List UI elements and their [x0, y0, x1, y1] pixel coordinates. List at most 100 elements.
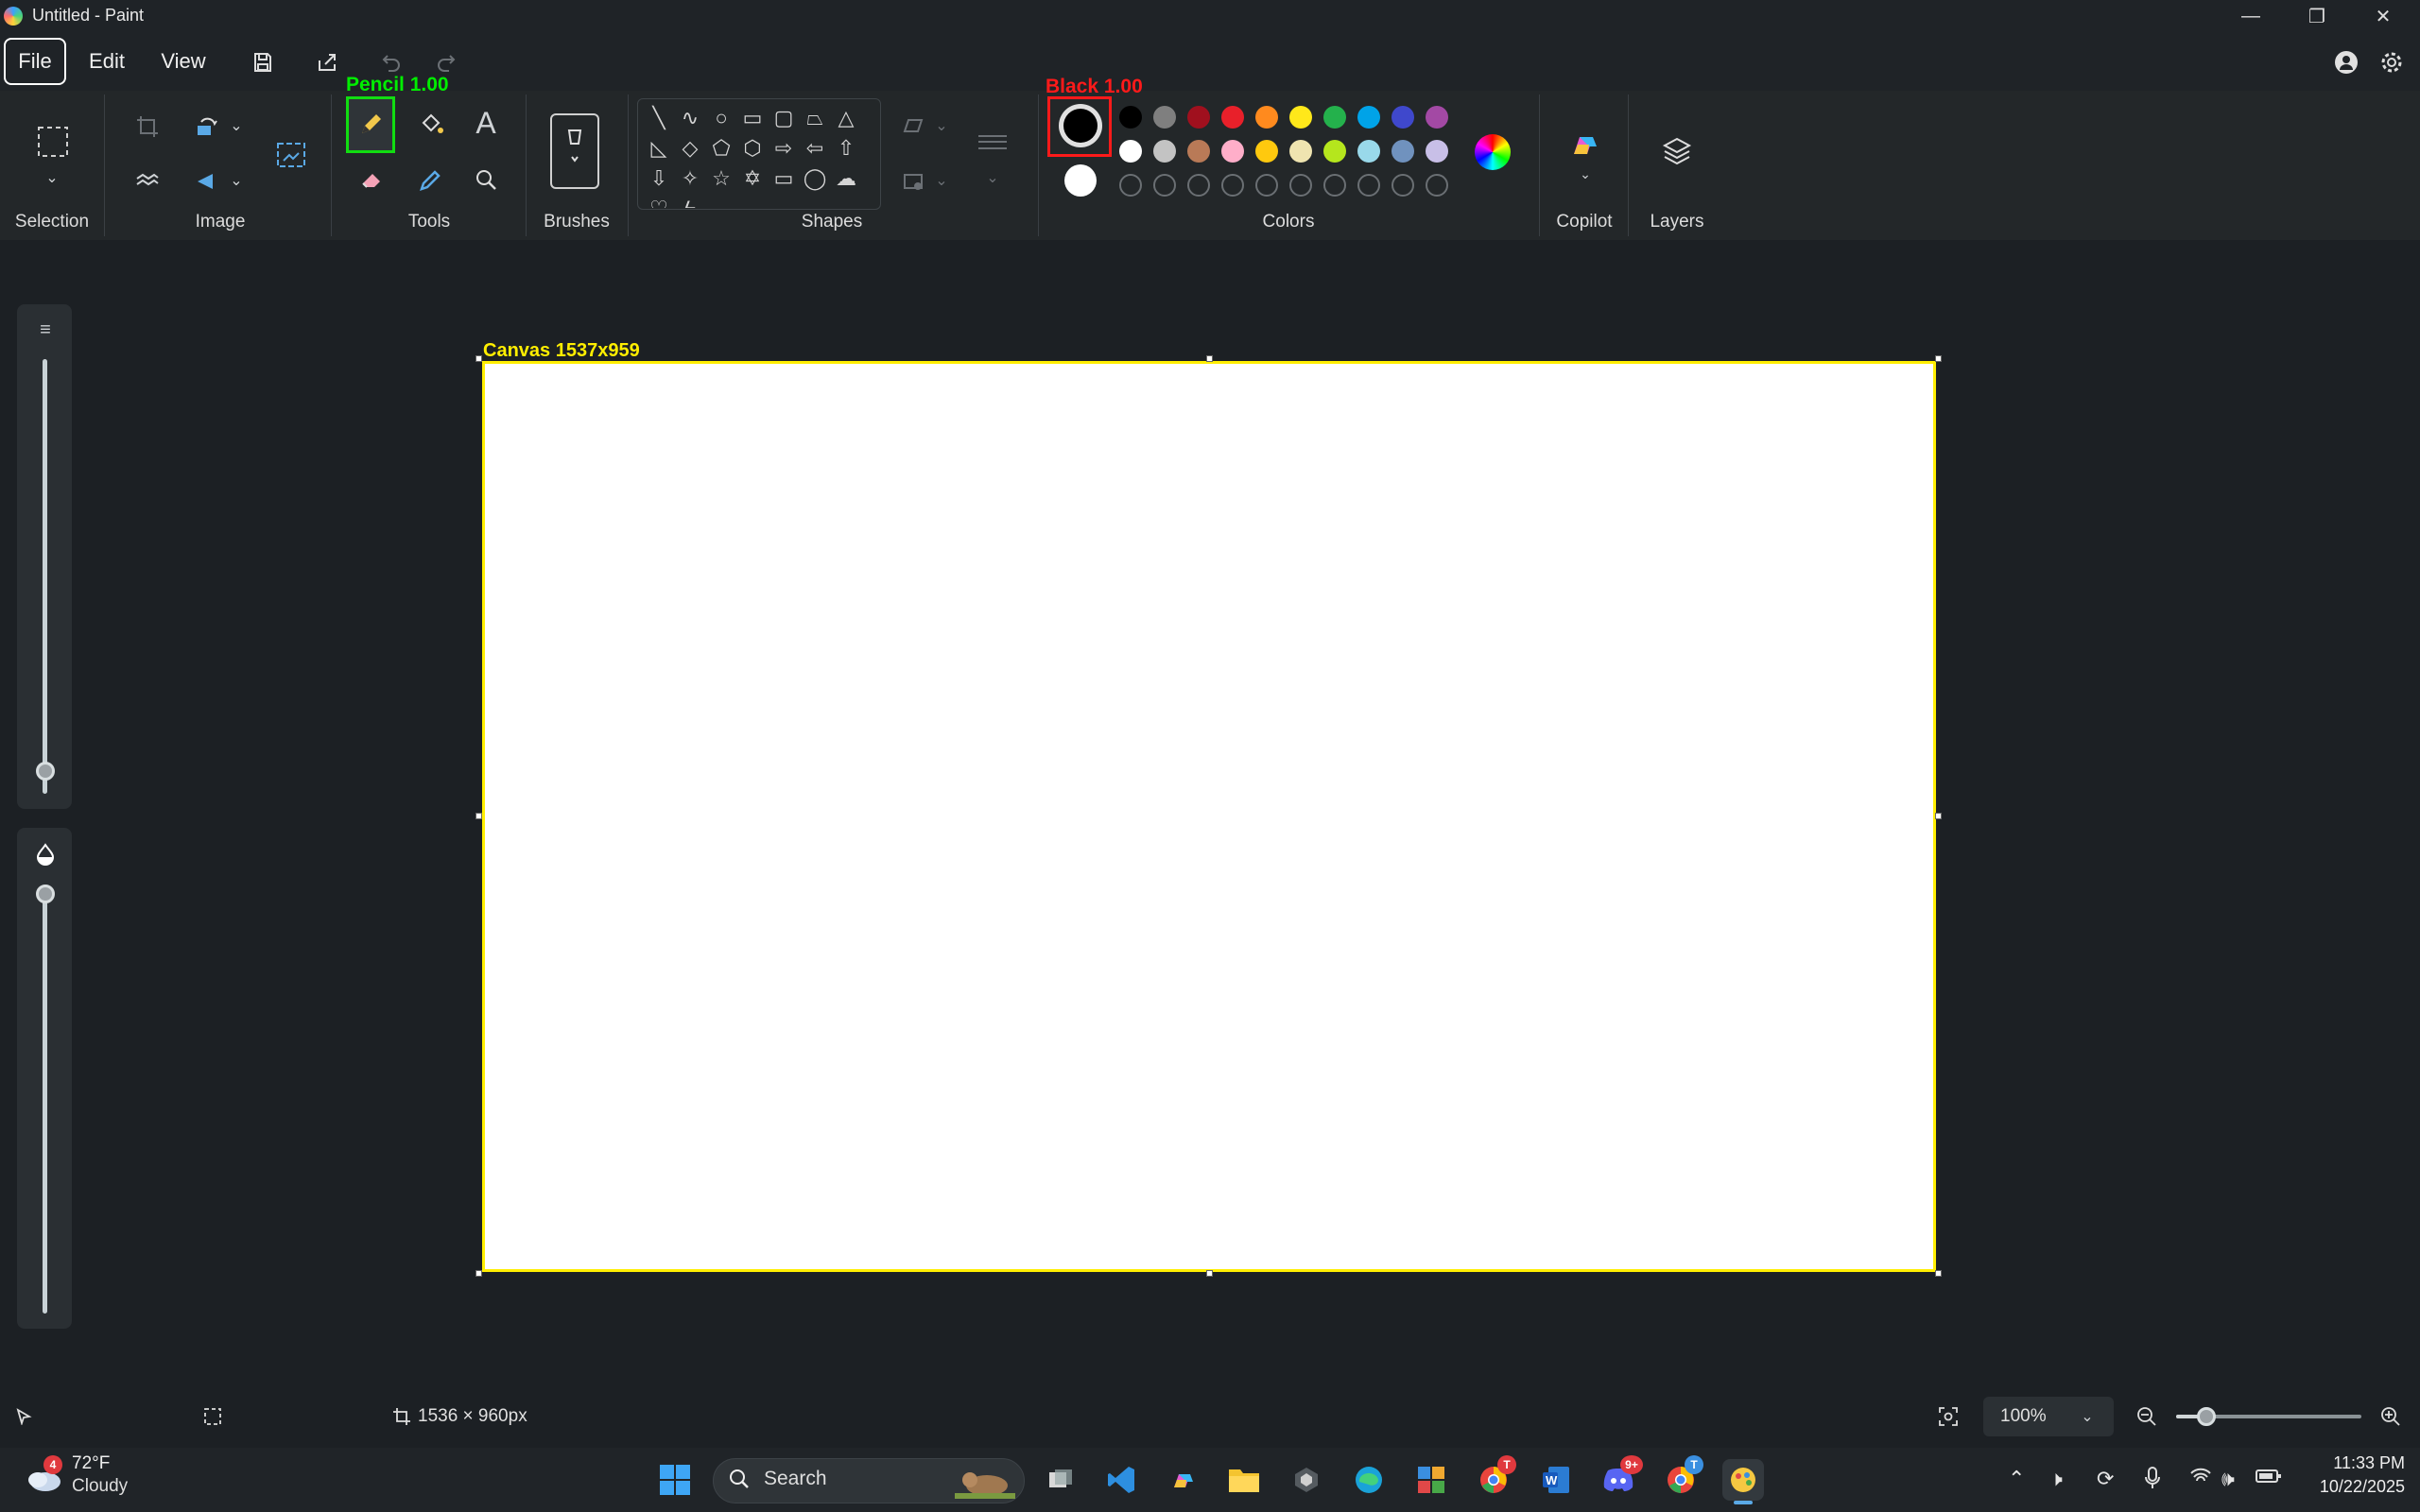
resize-handle-bottom[interactable]	[1206, 1270, 1213, 1277]
microphone-icon[interactable]	[2144, 1467, 2161, 1495]
settings-gear-icon[interactable]	[2373, 43, 2411, 81]
color-swatch[interactable]	[1119, 140, 1142, 163]
word-icon[interactable]: W	[1535, 1459, 1577, 1501]
custom-color-slot[interactable]	[1187, 174, 1210, 197]
stroke-dropdown-chevron-icon[interactable]: ⌄	[981, 166, 1004, 189]
shape-outline-icon[interactable]	[894, 108, 932, 142]
paint-taskbar-icon[interactable]	[1722, 1459, 1764, 1501]
drawing-canvas[interactable]	[482, 361, 1936, 1272]
flip-dropdown-chevron-icon[interactable]: ⌄	[225, 166, 248, 195]
magnifier-icon[interactable]	[465, 161, 507, 198]
custom-color-slot[interactable]	[1255, 174, 1278, 197]
shape-cloud-callout-icon[interactable]: ☁	[832, 164, 860, 193]
shape-line-icon[interactable]: ╲	[645, 104, 673, 132]
color-swatch[interactable]	[1119, 106, 1142, 129]
restore-button[interactable]: ❐	[2284, 0, 2350, 32]
shape-hexagon-icon[interactable]: ⬡	[738, 134, 767, 163]
close-button[interactable]: ✕	[2350, 0, 2416, 32]
brushes-icon[interactable]	[550, 113, 599, 189]
pencil-tool-icon[interactable]	[346, 96, 395, 153]
color-picker-icon[interactable]	[410, 161, 452, 198]
shape-rounded-callout-icon[interactable]: ▭	[769, 164, 798, 193]
color-swatch[interactable]	[1221, 140, 1244, 163]
volume-muted-icon[interactable]: 🕨	[2049, 1467, 2063, 1491]
resize-handle-left[interactable]	[475, 813, 482, 819]
menu-edit[interactable]: Edit	[81, 38, 132, 85]
shape-polygon-icon[interactable]: ⏢	[801, 104, 829, 132]
vscode-icon[interactable]	[1100, 1459, 1142, 1501]
minimize-button[interactable]: —	[2218, 0, 2284, 32]
color-swatch[interactable]	[1289, 106, 1312, 129]
resize-handle-right[interactable]	[1935, 813, 1942, 819]
zoom-slider-thumb[interactable]	[2197, 1407, 2216, 1426]
save-icon[interactable]	[244, 43, 282, 81]
shape-up-arrow-icon[interactable]: ⇧	[832, 134, 860, 163]
resize-handle-bottom-right[interactable]	[1935, 1270, 1942, 1277]
task-view-icon[interactable]	[1040, 1459, 1081, 1501]
copilot-taskbar-icon[interactable]	[1163, 1459, 1204, 1501]
zoom-in-icon[interactable]	[2377, 1402, 2405, 1431]
layers-icon[interactable]	[1656, 130, 1698, 172]
menu-file[interactable]: File	[4, 38, 66, 85]
custom-color-slot[interactable]	[1323, 174, 1346, 197]
background-removal-icon[interactable]	[129, 163, 166, 200]
custom-color-slot[interactable]	[1357, 174, 1380, 197]
selection-rectangle-icon[interactable]	[26, 115, 79, 168]
resize-handle-top-right[interactable]	[1935, 355, 1942, 362]
shape-left-arrow-icon[interactable]: ⇦	[801, 134, 829, 163]
primary-color-button[interactable]	[1059, 104, 1102, 147]
color-swatch[interactable]	[1153, 140, 1176, 163]
custom-color-slot[interactable]	[1426, 174, 1448, 197]
shape-rounded-rectangle-icon[interactable]: ▢	[769, 104, 798, 132]
shape-oval-callout-icon[interactable]: ◯	[801, 164, 829, 193]
custom-color-slot[interactable]	[1289, 174, 1312, 197]
battery-icon[interactable]	[2256, 1467, 2282, 1491]
rotate-icon[interactable]	[187, 108, 225, 146]
copilot-dropdown-chevron-icon[interactable]: ⌄	[1573, 163, 1598, 185]
share-icon[interactable]	[308, 43, 346, 81]
shape-oval-icon[interactable]: ○	[707, 104, 735, 132]
fill-bucket-icon[interactable]	[410, 102, 452, 144]
start-windows-icon[interactable]	[654, 1459, 696, 1501]
file-explorer-icon[interactable]	[1223, 1459, 1265, 1501]
fill-dropdown-chevron-icon[interactable]: ⌄	[930, 166, 953, 195]
stroke-size-icon[interactable]	[972, 127, 1013, 161]
shape-pentagon-icon[interactable]: ⬠	[707, 134, 735, 163]
color-swatch[interactable]	[1426, 140, 1448, 163]
shape-five-point-star-icon[interactable]: ☆	[707, 164, 735, 193]
shape-lightning-icon[interactable]: ϟ	[676, 195, 704, 208]
rotate-dropdown-chevron-icon[interactable]: ⌄	[225, 112, 248, 140]
resize-handle-top-left[interactable]	[475, 355, 482, 362]
selection-dropdown-chevron-icon[interactable]: ⌄	[38, 166, 66, 189]
zoom-out-icon[interactable]	[2133, 1402, 2161, 1431]
shape-four-point-star-icon[interactable]: ✧	[676, 164, 704, 193]
dev-app-icon[interactable]	[1286, 1459, 1327, 1501]
color-swatch[interactable]	[1426, 106, 1448, 129]
opacity-slider-thumb[interactable]	[36, 885, 55, 903]
flip-icon[interactable]	[187, 163, 225, 200]
color-swatch[interactable]	[1153, 106, 1176, 129]
edit-colors-wheel-icon[interactable]	[1475, 134, 1511, 170]
shape-down-arrow-icon[interactable]: ⇩	[645, 164, 673, 193]
secondary-color-button[interactable]	[1064, 164, 1097, 197]
shape-right-arrow-icon[interactable]: ⇨	[769, 134, 798, 163]
shape-curve-icon[interactable]: ∿	[676, 104, 704, 132]
shape-heart-icon[interactable]: ♡	[645, 195, 673, 208]
brush-size-slider-thumb[interactable]	[36, 762, 55, 781]
eraser-icon[interactable]	[354, 161, 391, 198]
color-swatch[interactable]	[1323, 106, 1346, 129]
clock-date[interactable]: 10/22/2025	[2288, 1477, 2405, 1497]
fit-to-window-icon[interactable]	[1934, 1402, 1962, 1431]
resize-handle-top[interactable]	[1206, 355, 1213, 362]
shape-triangle-icon[interactable]: △	[832, 104, 860, 132]
wifi-icon[interactable]	[2189, 1467, 2212, 1491]
color-swatch[interactable]	[1187, 106, 1210, 129]
resize-handle-bottom-left[interactable]	[475, 1270, 482, 1277]
color-swatch[interactable]	[1221, 106, 1244, 129]
brush-size-slider-track[interactable]	[43, 359, 47, 794]
color-swatch[interactable]	[1255, 106, 1278, 129]
color-swatch[interactable]	[1289, 140, 1312, 163]
grid-app-icon[interactable]	[1410, 1459, 1452, 1501]
sync-icon[interactable]: ⟳	[2097, 1467, 2114, 1491]
speaker-icon[interactable]: 🕪	[2221, 1467, 2235, 1491]
